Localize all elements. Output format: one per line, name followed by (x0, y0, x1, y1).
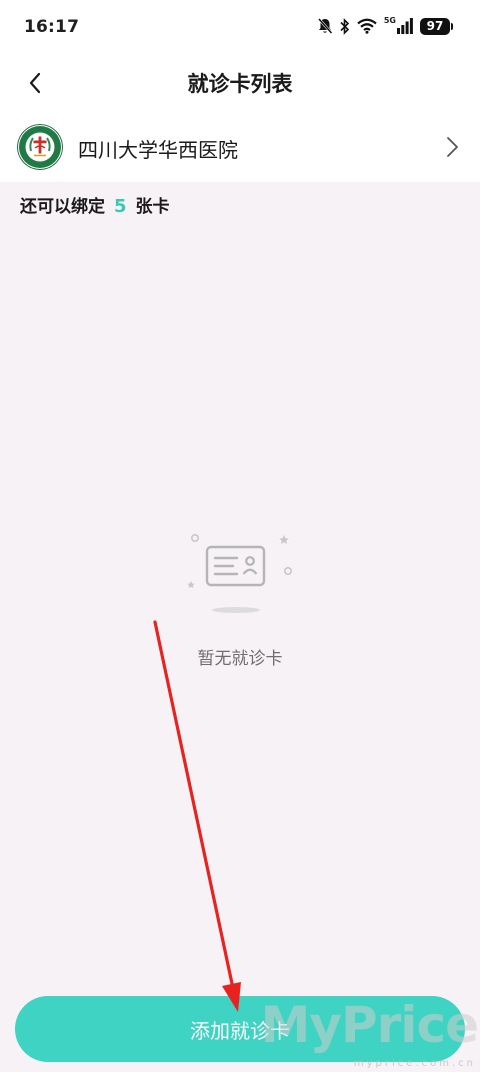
bluetooth-icon (340, 17, 350, 35)
empty-state-text: 暂无就诊卡 (197, 649, 283, 669)
bell-off-icon (317, 17, 333, 35)
hospital-name: 四川大学华西医院 (78, 138, 238, 162)
battery-level: 97 (426, 19, 444, 33)
bind-count: 5 (114, 196, 127, 217)
page-title: 就诊卡列表 (187, 72, 293, 96)
bind-limit-text: 还可以绑定 5 张卡 (20, 192, 170, 217)
card-empty-icon (187, 533, 293, 613)
wifi-icon (357, 18, 377, 34)
card-list-area: 还可以绑定 5 张卡 暂无就诊卡 (0, 182, 480, 986)
status-bar: 16:17 5G 97 (0, 0, 480, 56)
signal-icon (397, 18, 413, 34)
hospital-selector[interactable]: 四川大学华西医院 (0, 112, 480, 182)
battery-icon: 97 (420, 17, 453, 35)
add-card-label: 添加就诊卡 (190, 1018, 290, 1043)
add-card-button[interactable]: 添加就诊卡 (15, 996, 465, 1062)
network-type: 5G (383, 15, 396, 25)
bind-prefix: 还可以绑定 (20, 197, 105, 217)
hospital-logo (17, 124, 63, 170)
nav-bar: 就诊卡列表 (0, 56, 480, 108)
bottom-bar: 添加就诊卡 (0, 986, 480, 1072)
status-time: 16:17 (24, 17, 80, 37)
chevron-right-icon (447, 137, 458, 157)
bind-suffix: 张卡 (135, 197, 170, 217)
status-icons: 5G 97 (317, 14, 453, 38)
